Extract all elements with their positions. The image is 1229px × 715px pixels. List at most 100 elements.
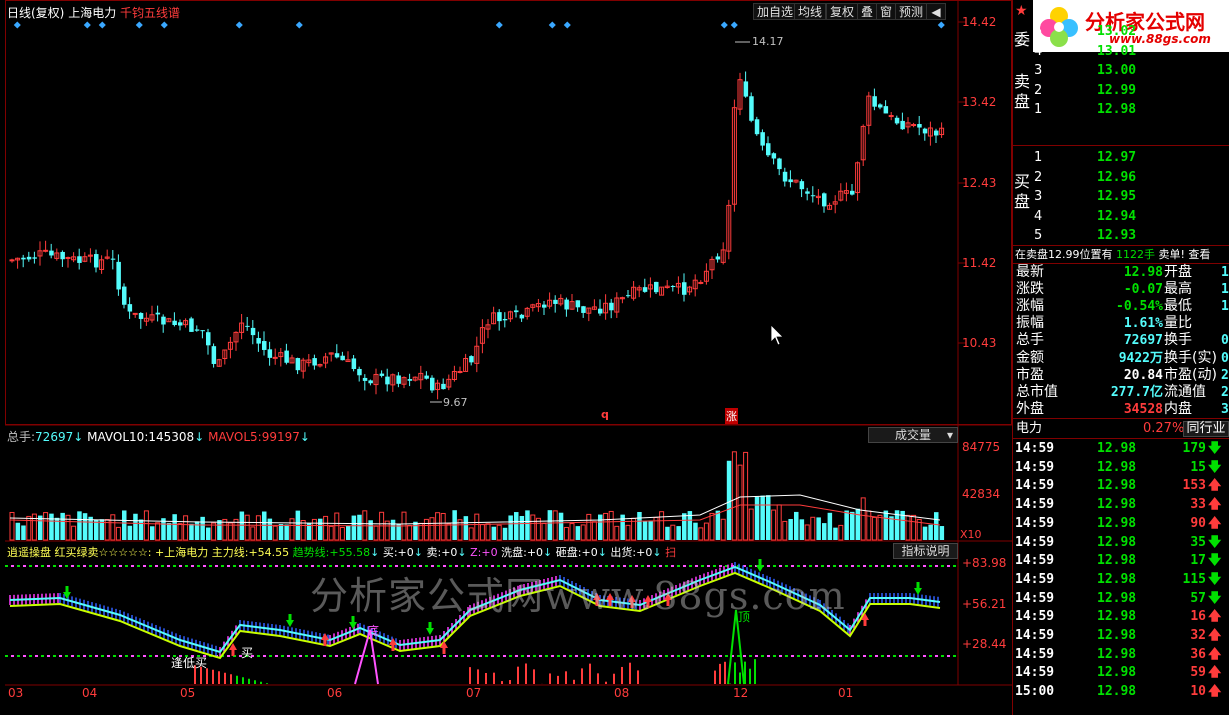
sell-level-row[interactable]: 2 12.99 xyxy=(1013,81,1229,100)
indicator-explain-button[interactable]: 指标说明 xyxy=(893,543,958,559)
candle-body xyxy=(805,191,810,194)
candle-body xyxy=(715,256,721,260)
volume-bar xyxy=(496,524,502,541)
tick-row: 14:59 12.98 17 🡇 xyxy=(1013,552,1229,571)
volume-bar xyxy=(474,513,480,541)
volume-bar xyxy=(334,512,340,541)
window-button[interactable]: 窗 xyxy=(876,3,897,20)
volume-bar xyxy=(508,515,513,540)
buy-arrow-icon xyxy=(440,641,448,654)
limit-up-mark: 涨 xyxy=(725,408,738,424)
star-icon[interactable]: ★ xyxy=(1015,3,1031,19)
volume-header: 总手:72697↓ MAVOL10:145308↓ MAVOL5:99197↓ xyxy=(7,430,310,444)
candle-body xyxy=(172,320,177,325)
volume-bar xyxy=(558,512,564,540)
volume-bar xyxy=(676,526,681,540)
volume-bar xyxy=(737,464,743,541)
candle-body xyxy=(441,383,446,390)
volume-bar xyxy=(502,527,508,540)
restore-right-button[interactable]: 复权 xyxy=(826,3,859,20)
volume-bar xyxy=(278,523,284,540)
volume-bar xyxy=(659,511,665,541)
candle-body xyxy=(894,117,900,124)
signal-diamond-icon xyxy=(295,21,303,29)
stat-row: 涨幅 -0.54% 最低 1 xyxy=(1016,298,1229,315)
candle-body xyxy=(749,96,754,121)
x-axis-label: 06 xyxy=(327,686,343,700)
indicator-axis-label: +28.44 xyxy=(962,637,1007,651)
x-axis-label: 01 xyxy=(838,686,854,700)
candle-body xyxy=(777,158,782,170)
period-label[interactable]: 日线(复权) xyxy=(7,6,64,20)
candle-body xyxy=(132,312,138,315)
tick-row: 14:59 12.98 90 🡅 xyxy=(1013,515,1229,534)
candle-body xyxy=(250,327,256,336)
overlay-button[interactable]: 叠 xyxy=(857,3,878,20)
volume-bar xyxy=(244,514,250,541)
expand-icon[interactable]: ◀︎ xyxy=(926,3,946,20)
arrow-up-icon: 🡅 xyxy=(1208,478,1222,494)
volume-bar xyxy=(905,514,911,541)
predict-button[interactable]: 预测 xyxy=(895,3,928,20)
volume-bar xyxy=(172,514,177,540)
arrow-up-icon: 🡅 xyxy=(1208,684,1222,700)
buy-level-row[interactable]: 5 12.93 xyxy=(1013,226,1229,245)
volume-bar xyxy=(569,523,575,541)
sector-row[interactable]: 电力 0.27% 同行业 xyxy=(1013,420,1229,438)
volume-bar xyxy=(177,523,183,541)
buy-level-row[interactable]: 1 12.97 xyxy=(1013,148,1229,167)
volume-bar xyxy=(866,510,872,541)
sell-arrow-icon xyxy=(426,622,434,635)
volume-selector[interactable]: 成交量 ▾ xyxy=(868,427,958,443)
add-favorite-button[interactable]: 加自选 xyxy=(753,3,798,20)
volume-bar xyxy=(77,511,82,540)
sell-level-row[interactable]: 5 13.02 xyxy=(1013,22,1229,41)
candle-body xyxy=(598,308,603,314)
volume-bar xyxy=(541,522,547,541)
candle-body xyxy=(127,304,133,312)
volume-bar xyxy=(166,522,172,540)
signal-q-mark: q xyxy=(601,408,609,421)
sell-level-row[interactable]: 4 13.01 xyxy=(1013,42,1229,61)
same-industry-button[interactable]: 同行业 xyxy=(1183,421,1229,437)
arrow-down-icon: 🡇 xyxy=(1208,571,1222,587)
volume-bar xyxy=(860,497,866,541)
candle-body xyxy=(883,106,889,114)
volume-bar xyxy=(435,512,441,541)
low-price-label: 9.67 xyxy=(443,396,468,409)
quote-panel: ★ 分析家公式网 www.88gs.com 委 卖盘 5 13.02 4 13.01 3… xyxy=(1012,0,1229,715)
tick-row: 14:59 12.98 15 🡇 xyxy=(1013,459,1229,478)
arrow-down-icon: 🡇 xyxy=(1208,534,1222,550)
volume-bar xyxy=(71,525,77,541)
tick-row: 14:59 12.98 153 🡅 xyxy=(1013,477,1229,496)
indicator-name[interactable]: 千钧五线谱 xyxy=(120,6,180,20)
sell-level-row[interactable]: 3 13.00 xyxy=(1013,61,1229,80)
high-price-label: 14.17 xyxy=(752,35,784,48)
candle-body xyxy=(116,261,121,290)
sell-level-row[interactable]: 1 12.98 xyxy=(1013,100,1229,119)
candle-body xyxy=(379,373,385,376)
big-order-notice[interactable]: 在卖盘12.99位置有 1122手 卖单! 查看 xyxy=(1015,247,1229,263)
volume-bar xyxy=(552,510,558,541)
candle-body xyxy=(575,300,581,308)
buy-level-row[interactable]: 3 12.95 xyxy=(1013,187,1229,206)
candle-body xyxy=(609,302,614,311)
stat-row: 总手 72697 换手 0 xyxy=(1016,332,1229,349)
volume-bar xyxy=(855,508,861,540)
signal-diamond-icon xyxy=(495,21,503,29)
volume-bar xyxy=(289,518,295,541)
candle-body xyxy=(872,96,877,107)
candle-body xyxy=(138,313,144,319)
candle-body xyxy=(334,353,340,358)
candle-body xyxy=(396,375,401,384)
volume-bar xyxy=(670,524,676,541)
candle-body xyxy=(782,171,788,182)
candle-body xyxy=(94,254,99,268)
buy-level-row[interactable]: 4 12.94 xyxy=(1013,207,1229,226)
volume-bar xyxy=(49,513,54,540)
buy-level-row[interactable]: 2 12.96 xyxy=(1013,168,1229,187)
ma-button[interactable]: 均线 xyxy=(794,3,827,20)
volume-bar xyxy=(94,519,99,540)
volume-bar xyxy=(703,522,709,541)
chart-area[interactable]: 日线(复权) 上海电力 千钧五线谱 加自选 均线 复权 叠 窗 预测 ◀︎ 14… xyxy=(0,0,1012,715)
